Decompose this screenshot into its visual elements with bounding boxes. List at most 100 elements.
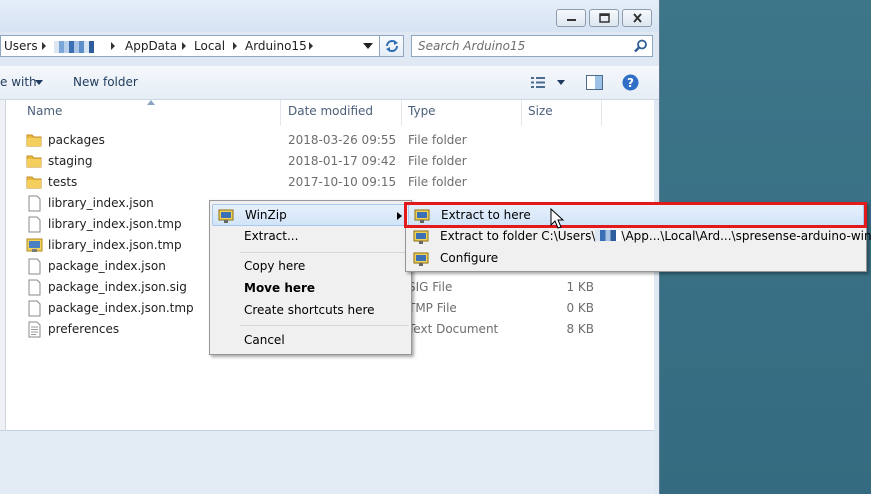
breadcrumb-separator-icon[interactable]	[182, 42, 186, 50]
help-icon[interactable]: ?	[622, 74, 639, 91]
breadcrumb-users[interactable]: Users	[4, 39, 38, 53]
file-icon	[28, 216, 41, 233]
menu-item-copy-here[interactable]: Copy here	[212, 256, 409, 278]
file-icon	[28, 300, 41, 317]
menu-item-label: Extract to folder C:\Users\ \App...\Local…	[440, 229, 871, 243]
column-divider[interactable]	[521, 100, 522, 126]
column-divider[interactable]	[280, 100, 281, 126]
file-type: File folder	[408, 175, 467, 189]
file-size: 1 KB	[566, 280, 594, 294]
column-header-date[interactable]: Date modified	[288, 104, 373, 118]
menu-item-move-here[interactable]: Move here	[212, 278, 409, 300]
file-row[interactable]: staging 2018-01-17 09:42 File folder	[26, 151, 646, 172]
menu-item-extract-to-folder[interactable]: Extract to folder C:\Users\ \App...\Local…	[408, 226, 871, 248]
file-date: 2017-10-10 09:15	[288, 175, 397, 189]
chevron-down-icon[interactable]	[557, 80, 565, 85]
menu-item-label: Copy here	[244, 259, 306, 273]
file-type: File folder	[408, 133, 467, 147]
context-menu: WinZip Extract... Copy here Move here Cr…	[209, 200, 412, 355]
preview-pane-icon[interactable]	[586, 75, 603, 90]
column-divider[interactable]	[401, 100, 402, 126]
file-date: 2018-01-17 09:42	[288, 154, 397, 168]
refresh-button[interactable]	[379, 35, 404, 57]
file-icon	[28, 258, 41, 275]
folder-icon	[26, 134, 42, 147]
menu-item-label: Configure	[440, 251, 499, 265]
scrollbar[interactable]	[0, 100, 6, 430]
menu-item-winzip[interactable]: WinZip	[212, 204, 409, 226]
file-name: staging	[48, 154, 93, 168]
menu-item-label: Create shortcuts here	[244, 303, 375, 317]
file-row[interactable]: tests 2017-10-10 09:15 File folder	[26, 172, 646, 193]
view-options-icon[interactable]	[531, 76, 547, 89]
command-toolbar: e with New folder ?	[0, 66, 659, 100]
title-bar	[0, 0, 659, 32]
file-name: tests	[48, 175, 78, 189]
menu-item-label: Cancel	[244, 333, 285, 347]
share-with-menu[interactable]: e with	[0, 75, 37, 89]
file-date: 2018-03-26 09:55	[288, 133, 397, 147]
file-name: package_index.json.sig	[48, 280, 187, 294]
column-header-name[interactable]: Name	[27, 104, 62, 118]
winzip-icon	[413, 230, 429, 244]
redacted-username	[54, 41, 100, 53]
close-button[interactable]	[622, 9, 652, 27]
details-pane	[0, 430, 654, 494]
menu-item-label: Move here	[244, 281, 316, 295]
file-type: SIG File	[408, 280, 453, 294]
minimize-button[interactable]	[556, 9, 586, 27]
chevron-right-icon	[397, 212, 402, 220]
breadcrumb-separator-icon[interactable]	[42, 42, 46, 50]
breadcrumb-local[interactable]: Local	[194, 39, 225, 53]
folder-icon	[26, 176, 42, 189]
menu-item-extract[interactable]: Extract...	[212, 226, 409, 248]
minimize-icon	[567, 19, 576, 21]
menu-item-create-shortcuts[interactable]: Create shortcuts here	[212, 300, 409, 322]
address-bar[interactable]: Users AppData Local Arduino15	[0, 35, 404, 57]
column-header-type[interactable]: Type	[408, 104, 436, 118]
breadcrumb-separator-icon[interactable]	[111, 42, 115, 50]
chevron-down-icon[interactable]	[363, 43, 373, 50]
file-type: Text Document	[408, 322, 499, 336]
folder-icon	[26, 155, 42, 168]
text-file-icon	[28, 321, 41, 338]
file-icon	[28, 195, 41, 212]
redacted-username	[595, 230, 622, 241]
highlight-annotation	[404, 202, 867, 228]
sort-ascending-icon	[147, 100, 155, 105]
column-divider[interactable]	[601, 100, 602, 126]
breadcrumb-separator-icon[interactable]	[233, 42, 237, 50]
winzip-icon	[218, 209, 234, 223]
file-name: package_index.json.tmp	[48, 301, 194, 315]
search-input[interactable]	[418, 38, 628, 54]
file-name: preferences	[48, 322, 120, 336]
breadcrumb-separator-icon[interactable]	[309, 42, 313, 50]
search-box[interactable]	[411, 35, 653, 57]
menu-item-label: WinZip	[245, 208, 287, 222]
file-name: library_index.json	[48, 196, 154, 210]
file-size: 0 KB	[566, 301, 594, 315]
breadcrumb-arduino15[interactable]: Arduino15	[245, 39, 307, 53]
menu-item-cancel[interactable]: Cancel	[212, 330, 409, 352]
menu-separator	[240, 252, 409, 253]
zip-file-icon	[26, 238, 43, 252]
file-icon	[28, 279, 41, 296]
breadcrumb-appdata[interactable]: AppData	[125, 39, 177, 53]
file-row[interactable]: packages 2018-03-26 09:55 File folder	[26, 130, 646, 151]
file-type: File folder	[408, 154, 467, 168]
column-header-size[interactable]: Size	[528, 104, 553, 118]
file-name: library_index.json.tmp	[48, 238, 182, 252]
magnifier-icon[interactable]	[634, 39, 648, 53]
maximize-button[interactable]	[589, 9, 619, 27]
menu-item-configure[interactable]: Configure	[408, 248, 864, 270]
file-name: library_index.json.tmp	[48, 217, 182, 231]
refresh-icon	[386, 40, 398, 52]
file-name: packages	[48, 133, 105, 147]
mouse-cursor-icon	[550, 208, 565, 229]
new-folder-button[interactable]: New folder	[73, 75, 138, 89]
menu-separator	[240, 325, 409, 326]
extract-folder-prefix: Extract to folder C:\Users\	[440, 229, 596, 243]
chevron-down-icon[interactable]	[35, 80, 43, 85]
menu-item-label: Extract...	[244, 229, 299, 243]
file-size: 8 KB	[566, 322, 594, 336]
